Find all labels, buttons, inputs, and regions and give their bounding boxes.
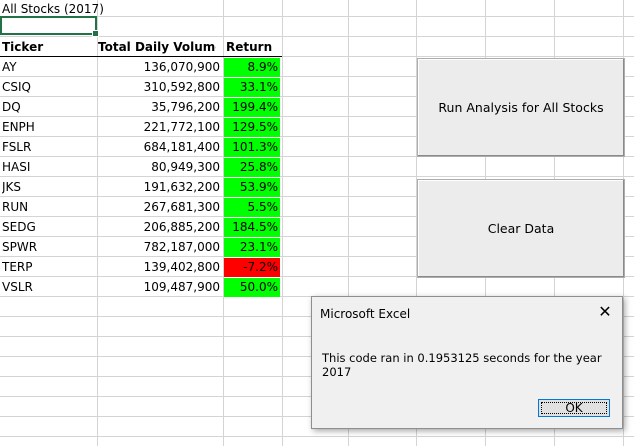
close-icon[interactable]: ✕ [596,303,614,321]
volume-cell[interactable]: 139,402,800 [98,258,220,277]
volume-cell[interactable]: 80,949,300 [98,158,220,177]
volume-cell[interactable]: 310,592,800 [98,78,220,97]
return-cell[interactable]: 50.0% [224,278,280,297]
volume-cell[interactable]: 221,772,100 [98,118,220,137]
dialog-title: Microsoft Excel [320,307,411,321]
ticker-cell[interactable]: HASI [2,158,96,177]
volume-cell[interactable]: 136,070,900 [98,58,220,77]
volume-cell[interactable]: 267,681,300 [98,198,220,217]
clear-data-button[interactable]: Clear Data [417,179,625,278]
volume-cell[interactable]: 35,796,200 [98,98,220,117]
header-volume[interactable]: Total Daily Volume [98,38,216,57]
return-cell[interactable]: 5.5% [224,198,280,217]
return-cell[interactable]: -7.2% [224,258,280,277]
volume-cell[interactable]: 109,487,900 [98,278,220,297]
ticker-cell[interactable]: JKS [2,178,96,197]
return-cell[interactable]: 184.5% [224,218,280,237]
return-cell[interactable]: 129.5% [224,118,280,137]
return-cell[interactable]: 8.9% [224,58,280,77]
gridline-vertical [282,0,283,446]
ticker-cell[interactable]: SPWR [2,238,96,257]
active-cell-selection[interactable] [0,16,99,37]
return-cell[interactable]: 101.3% [224,138,280,157]
return-cell[interactable]: 25.8% [224,158,280,177]
message-dialog: Microsoft Excel ✕ This code ran in 0.195… [311,296,623,429]
header-ticker[interactable]: Ticker [2,38,96,57]
ticker-cell[interactable]: VSLR [2,278,96,297]
return-cell[interactable]: 199.4% [224,98,280,117]
gridline-horizontal [0,436,634,437]
ticker-cell[interactable]: SEDG [2,218,96,237]
header-underline [0,56,282,57]
ticker-cell[interactable]: DQ [2,98,96,117]
run-analysis-button[interactable]: Run Analysis for All Stocks [417,58,625,157]
ticker-cell[interactable]: CSIQ [2,78,96,97]
volume-cell[interactable]: 191,632,200 [98,178,220,197]
ok-button-label: OK [565,401,583,415]
return-cell[interactable]: 33.1% [224,78,280,97]
volume-cell[interactable]: 782,187,000 [98,238,220,257]
volume-cell[interactable]: 684,181,400 [98,138,220,157]
return-cell[interactable]: 23.1% [224,238,280,257]
ticker-cell[interactable]: RUN [2,198,96,217]
header-return[interactable]: Return [226,38,282,57]
dialog-message: This code ran in 0.1953125 seconds for t… [322,351,602,379]
ok-button[interactable]: OK [538,399,610,417]
ticker-cell[interactable]: TERP [2,258,96,277]
ticker-cell[interactable]: AY [2,58,96,77]
ticker-cell[interactable]: FSLR [2,138,96,157]
ticker-cell[interactable]: ENPH [2,118,96,137]
return-cell[interactable]: 53.9% [224,178,280,197]
volume-cell[interactable]: 206,885,200 [98,218,220,237]
